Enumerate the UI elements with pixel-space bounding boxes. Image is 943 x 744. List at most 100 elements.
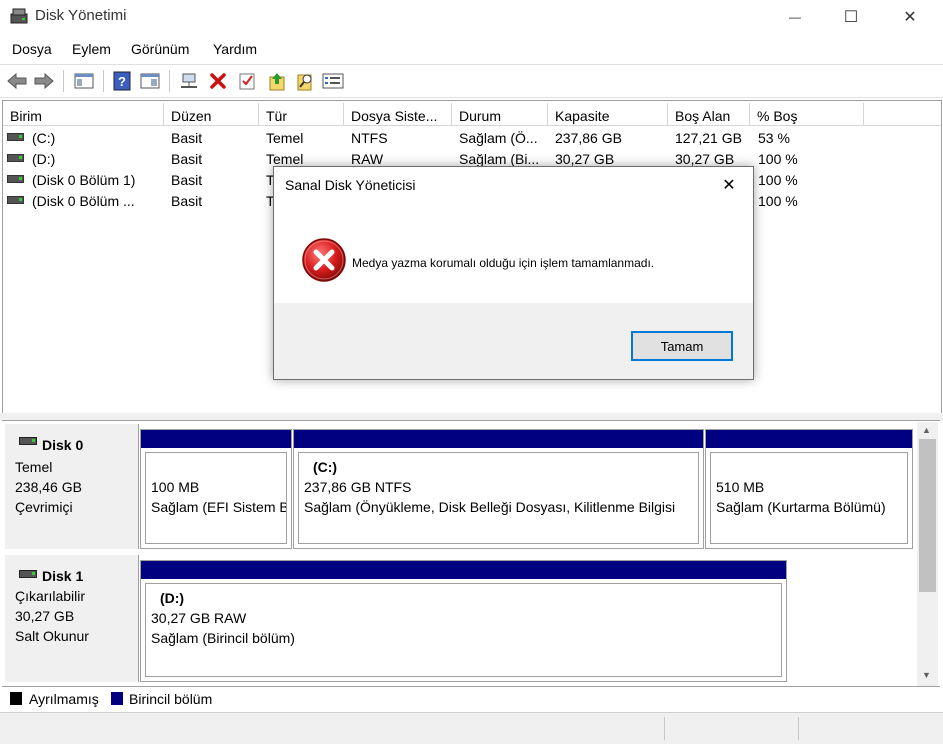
volume-percent-free: 100 % [758,193,798,209]
unallocated-swatch [10,692,22,705]
partition-status: Sağlam (Kurtarma Bölümü) [716,499,886,515]
column-header-free-space[interactable]: Boş Alan [668,103,750,125]
disk-name: Disk 1 [42,568,84,584]
menu-file[interactable]: Dosya [12,41,52,57]
title-bar: Disk Yönetimi — ☐ ✕ [0,0,943,33]
column-header-volume[interactable]: Birim [3,103,164,125]
menu-help[interactable]: Yardım [213,41,257,57]
dialog-footer: Tamam [274,303,753,379]
scroll-thumb[interactable] [919,439,936,592]
search-icon[interactable] [294,70,316,92]
menu-bar: Dosya Eylem Görünüm Yardım [0,38,943,62]
disk-0-label[interactable]: Disk 0 Temel 238,46 GB Çevrimiçi [5,424,139,549]
drive-icon [7,133,24,142]
partition-size: 30,27 GB RAW [151,610,247,626]
scroll-up-icon[interactable]: ▲ [922,425,931,435]
drive-icon [7,175,24,184]
legend-unallocated: Ayrılmamış [29,691,99,707]
volume-capacity: 237,86 GB [555,130,622,146]
drive-icon [7,154,24,163]
volume-layout: Basit [171,151,203,167]
volume-percent-free: 100 % [758,172,798,188]
column-header-status[interactable]: Durum [452,103,548,125]
disk-status: Çevrimiçi [15,499,73,515]
export-icon[interactable] [266,70,288,92]
legend: Ayrılmamış Birincil bölüm [2,686,940,711]
ok-button[interactable]: Tamam [631,331,733,361]
dialog-title: Sanal Disk Yöneticisi [285,177,416,193]
volume-type: Temel [266,130,304,146]
volume-name: (Disk 0 Bölüm 1) [7,170,162,191]
close-icon: ✕ [722,177,736,194]
partition-size: 510 MB [716,479,765,495]
dialog-close-button[interactable]: ✕ [714,173,744,197]
connect-icon[interactable] [178,70,200,92]
partition-c[interactable]: (C:) 237,86 GB NTFS Sağlam (Önyükleme, D… [293,429,704,549]
volume-name: (Disk 0 Bölüm ... [7,191,162,212]
close-button[interactable]: ✕ [887,0,933,33]
help-icon[interactable]: ? [111,70,133,92]
partition-bar [141,430,291,448]
partition-label: (D:) [160,590,185,606]
delete-icon[interactable] [207,70,229,92]
partition-status: Sağlam (Birincil bölüm) [151,630,295,646]
partition-size: 100 MB [151,479,200,495]
vertical-scrollbar[interactable]: ▲ ▼ [917,422,938,686]
disk-type: Temel [15,459,53,475]
disk-name: Disk 0 [42,437,84,453]
legend-primary: Birincil bölüm [129,691,213,707]
partition-d[interactable]: (D:) 30,27 GB RAW Sağlam (Birincil bölüm… [140,560,787,682]
volume-layout: Basit [171,130,203,146]
maximize-icon: ☐ [843,8,859,26]
maximize-button[interactable]: ☐ [828,0,874,33]
column-header-filesystem[interactable]: Dosya Siste... [344,103,452,125]
volume-percent-free: 53 % [758,130,790,146]
column-header-percent-free[interactable]: % Boş [750,103,864,125]
column-header-type[interactable]: Tür [259,103,344,125]
volume-percent-free: 100 % [758,151,798,167]
forward-arrow-icon[interactable] [33,70,55,92]
partition-status: Sağlam (Önyükleme, Disk Belleği Dosyası,… [304,499,676,515]
partition-size: 237,86 GB NTFS [304,479,412,495]
window-title: Disk Yönetimi [35,7,127,24]
error-dialog: Sanal Disk Yöneticisi ✕ Medya yazma koru… [273,166,754,380]
disk-management-icon [10,8,28,24]
svg-text:?: ? [118,74,126,89]
volume-free-space: 127,21 GB [675,130,742,146]
volume-list-header: Birim Düzen Tür Dosya Siste... Durum Kap… [3,103,941,126]
dialog-body: Medya yazma korumalı olduğu için işlem t… [274,205,753,303]
error-icon [302,238,346,282]
minimize-icon: — [789,9,801,24]
primary-swatch [111,692,123,705]
list-icon[interactable] [322,70,344,92]
partition-efi[interactable]: 100 MB Sağlam (EFI Sistem Bölümü) [140,429,292,549]
column-header-layout[interactable]: Düzen [164,103,259,125]
volume-filesystem: NTFS [351,130,388,146]
volume-layout: Basit [171,172,203,188]
console-tree-icon[interactable] [73,70,95,92]
column-header-capacity[interactable]: Kapasite [548,103,668,125]
drive-icon [7,196,24,205]
properties-icon[interactable] [139,70,161,92]
volume-status: Sağlam (Ö... [459,130,538,146]
disk-type: Çıkarılabilir [15,588,86,604]
back-arrow-icon[interactable] [6,70,28,92]
disk-1-label[interactable]: Disk 1 Çıkarılabilir 30,27 GB Salt Okunu… [5,555,139,682]
toolbar: ? [0,64,943,98]
volume-name: (C:) [7,128,162,149]
minimize-button[interactable]: — [772,0,818,33]
disk-status: Salt Okunur [15,628,89,644]
partition-bar [706,430,912,448]
partition-recovery[interactable]: 510 MB Sağlam (Kurtarma Bölümü) [705,429,913,549]
scroll-down-icon[interactable]: ▼ [922,670,931,680]
menu-view[interactable]: Görünüm [131,41,189,57]
volume-name: (D:) [7,149,162,170]
table-row[interactable]: (C:) Basit Temel NTFS Sağlam (Ö... 237,8… [3,128,941,149]
disk-map: Disk 0 Temel 238,46 GB Çevrimiçi 100 MB … [2,420,940,687]
disk-size: 238,46 GB [15,479,82,495]
check-icon[interactable] [236,70,258,92]
status-bar [0,712,943,744]
partition-status: Sağlam (EFI Sistem Bölümü) [151,499,286,515]
partition-bar [294,430,703,448]
menu-action[interactable]: Eylem [72,41,111,57]
